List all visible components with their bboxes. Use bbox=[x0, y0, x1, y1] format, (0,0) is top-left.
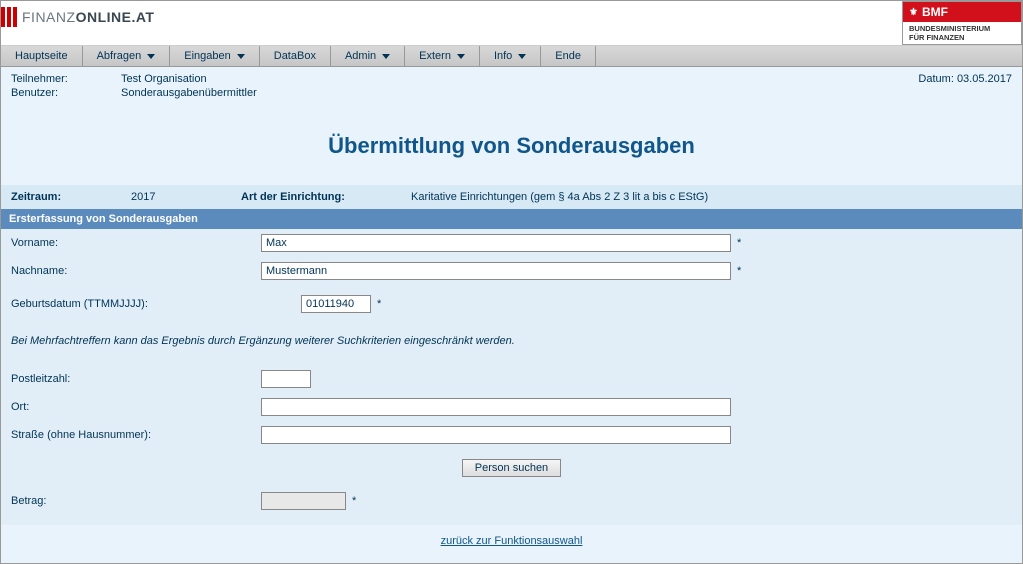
menu-databox[interactable]: DataBox bbox=[260, 46, 331, 66]
brand-logo-icon bbox=[1, 7, 17, 27]
zeitraum-label: Zeitraum: bbox=[11, 191, 131, 203]
vorname-label: Vorname: bbox=[11, 237, 261, 249]
ort-label: Ort: bbox=[11, 401, 261, 413]
bmf-sub2: FÜR FINANZEN bbox=[909, 33, 964, 42]
top-header: FINANZONLINE.AT ⚜ BMF BUNDESMINISTERIUM … bbox=[1, 1, 1022, 46]
menu-admin[interactable]: Admin bbox=[331, 46, 405, 66]
menu-info[interactable]: Info bbox=[480, 46, 541, 66]
plz-input[interactable] bbox=[261, 370, 311, 388]
zeitraum-value: 2017 bbox=[131, 191, 241, 203]
required-icon: * bbox=[737, 265, 741, 277]
strasse-input[interactable] bbox=[261, 426, 731, 444]
menu-eingaben[interactable]: Eingaben bbox=[170, 46, 260, 66]
benutzer-value: Sonderausgabenübermittler bbox=[121, 87, 257, 99]
content-area: Teilnehmer: Test Organisation Benutzer: … bbox=[1, 67, 1022, 563]
menu-abfragen[interactable]: Abfragen bbox=[83, 46, 171, 66]
crest-icon: ⚜ bbox=[909, 7, 918, 18]
teilnehmer-label: Teilnehmer: bbox=[11, 73, 121, 85]
brand-suffix: ONLINE.AT bbox=[76, 9, 155, 25]
form-body: Vorname: * Nachname: * Geburtsdatum (TTM… bbox=[1, 229, 1022, 525]
plz-label: Postleitzahl: bbox=[11, 373, 261, 385]
nachname-input[interactable] bbox=[261, 262, 731, 280]
back-link[interactable]: zurück zur Funktionsauswahl bbox=[441, 535, 583, 547]
row-ort: Ort: bbox=[1, 393, 1022, 421]
benutzer-label: Benutzer: bbox=[11, 87, 121, 99]
menu-label: Extern bbox=[419, 50, 451, 62]
info-left: Teilnehmer: Test Organisation Benutzer: … bbox=[11, 73, 257, 99]
row-nachname: Nachname: * bbox=[1, 257, 1022, 285]
chevron-down-icon bbox=[518, 54, 526, 59]
app-window: FINANZONLINE.AT ⚜ BMF BUNDESMINISTERIUM … bbox=[0, 0, 1023, 564]
datum-value: 03.05.2017 bbox=[957, 73, 1012, 85]
chevron-down-icon bbox=[382, 54, 390, 59]
geburtsdatum-label: Geburtsdatum (TTMMJJJJ): bbox=[11, 298, 301, 310]
menu-label: Hauptseite bbox=[15, 50, 68, 62]
bmf-sub1: BUNDESMINISTERIUM bbox=[909, 24, 990, 33]
period-bar: Zeitraum: 2017 Art der Einrichtung: Kari… bbox=[1, 185, 1022, 209]
menu-label: Abfragen bbox=[97, 50, 142, 62]
person-suchen-button[interactable]: Person suchen bbox=[462, 459, 561, 477]
ort-input[interactable] bbox=[261, 398, 731, 416]
search-button-row: Person suchen bbox=[1, 449, 1022, 487]
brand-text: FINANZONLINE.AT bbox=[22, 9, 154, 25]
bmf-subtitle: BUNDESMINISTERIUM FÜR FINANZEN bbox=[903, 22, 1021, 44]
nachname-label: Nachname: bbox=[11, 265, 261, 277]
row-betrag: Betrag: * bbox=[1, 487, 1022, 525]
required-icon: * bbox=[377, 298, 381, 310]
art-label: Art der Einrichtung: bbox=[241, 191, 411, 203]
section-header: Ersterfassung von Sonderausgaben bbox=[1, 209, 1022, 229]
row-strasse: Straße (ohne Hausnummer): bbox=[1, 421, 1022, 449]
chevron-down-icon bbox=[237, 54, 245, 59]
chevron-down-icon bbox=[147, 54, 155, 59]
betrag-label: Betrag: bbox=[11, 495, 261, 507]
geburtsdatum-input[interactable] bbox=[301, 295, 371, 313]
menu-bar: Hauptseite Abfragen Eingaben DataBox Adm… bbox=[1, 46, 1022, 67]
multi-hit-note: Bei Mehrfachtreffern kann das Ergebnis d… bbox=[1, 323, 1022, 365]
page-title: Übermittlung von Sonderausgaben bbox=[1, 105, 1022, 185]
teilnehmer-value: Test Organisation bbox=[121, 73, 257, 85]
menu-label: DataBox bbox=[274, 50, 316, 62]
menu-label: Info bbox=[494, 50, 512, 62]
brand-prefix: FINANZ bbox=[22, 9, 76, 25]
vorname-input[interactable] bbox=[261, 234, 731, 252]
bmf-logo: ⚜ BMF bbox=[903, 2, 1021, 22]
menu-ende[interactable]: Ende bbox=[541, 46, 596, 66]
menu-label: Eingaben bbox=[184, 50, 231, 62]
datum-label: Datum: bbox=[918, 73, 957, 85]
required-icon: * bbox=[737, 237, 741, 249]
row-plz: Postleitzahl: bbox=[1, 365, 1022, 393]
bmf-box: ⚜ BMF BUNDESMINISTERIUM FÜR FINANZEN bbox=[902, 1, 1022, 45]
info-right: Datum: 03.05.2017 bbox=[918, 73, 1012, 99]
menu-extern[interactable]: Extern bbox=[405, 46, 480, 66]
brand: FINANZONLINE.AT bbox=[1, 1, 154, 33]
bmf-label: BMF bbox=[922, 5, 948, 19]
art-value: Karitative Einrichtungen (gem § 4a Abs 2… bbox=[411, 191, 708, 203]
required-icon: * bbox=[352, 495, 356, 507]
row-vorname: Vorname: * bbox=[1, 229, 1022, 257]
menu-hauptseite[interactable]: Hauptseite bbox=[1, 46, 83, 66]
menu-label: Ende bbox=[555, 50, 581, 62]
betrag-input bbox=[261, 492, 346, 510]
chevron-down-icon bbox=[457, 54, 465, 59]
strasse-label: Straße (ohne Hausnummer): bbox=[11, 429, 261, 441]
row-geburtsdatum: Geburtsdatum (TTMMJJJJ): * bbox=[1, 285, 1022, 323]
info-bar: Teilnehmer: Test Organisation Benutzer: … bbox=[1, 67, 1022, 105]
menu-label: Admin bbox=[345, 50, 376, 62]
back-link-row: zurück zur Funktionsauswahl bbox=[1, 525, 1022, 563]
